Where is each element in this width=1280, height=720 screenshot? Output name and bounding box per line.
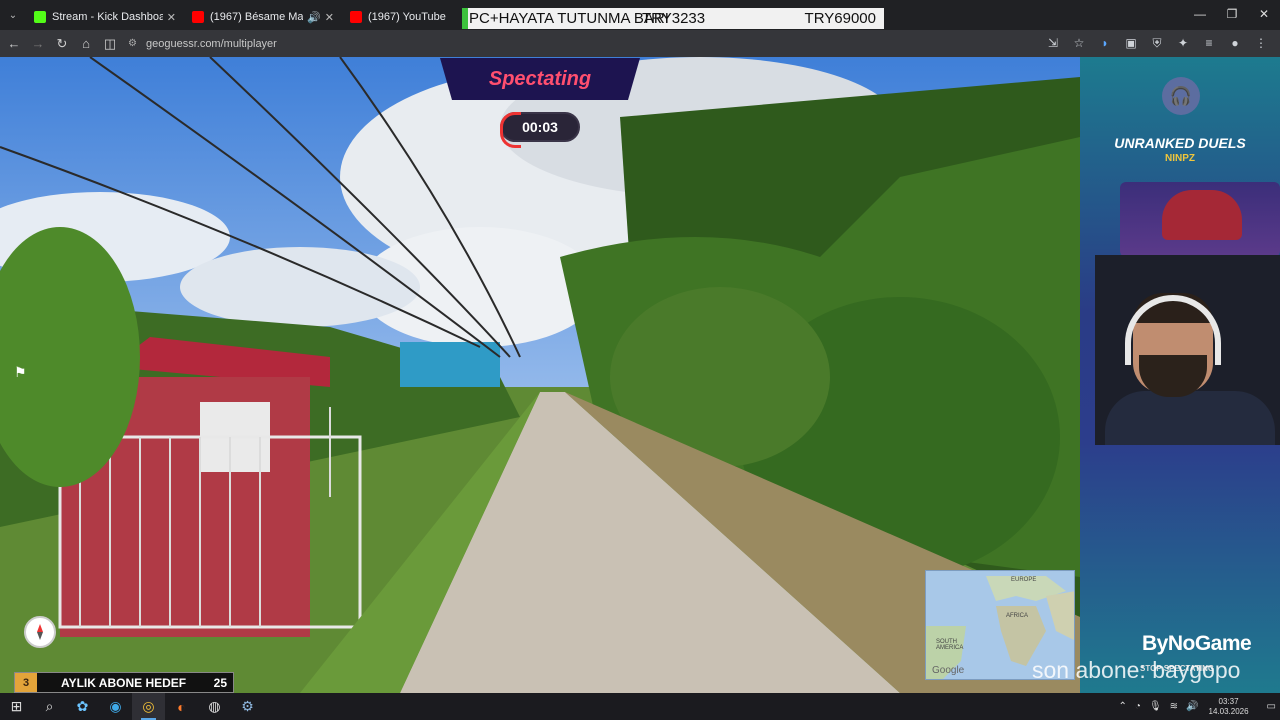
notification-icon[interactable]: ▭ bbox=[1267, 701, 1276, 712]
player-name: NINPZ bbox=[1165, 153, 1195, 164]
firefox-icon[interactable]: ◐ bbox=[165, 693, 198, 720]
donation-ticker: PC+HAYATA TUTUNMA BARI TRY3233 TRY69000 bbox=[462, 8, 884, 29]
tab-title: (1967) Bésame Mama - You bbox=[210, 11, 304, 23]
tab-besame-mama[interactable]: (1967) Bésame Mama - You 🔊 ✕ bbox=[184, 4, 342, 30]
menu-icon[interactable]: ⋮ bbox=[1248, 31, 1274, 55]
map-label: AFRICA bbox=[1006, 613, 1029, 619]
profile-avatar-icon[interactable]: ● bbox=[1222, 31, 1248, 55]
mic-icon[interactable]: 🎙 bbox=[1149, 701, 1162, 712]
map-label: EUROPE bbox=[1011, 577, 1037, 583]
ticker-right-text: TRY69000 bbox=[804, 10, 876, 27]
clock-date: 14.03.2026 bbox=[1208, 706, 1249, 716]
ticker-left-text: PC+HAYATA TUTUNMA BARI bbox=[469, 10, 669, 27]
steam-icon[interactable]: ⚙ bbox=[231, 693, 264, 720]
toolbar-extensions: ⇲ ☆ ◗ ▣ ⛨ ✦ ≡ ● ⋮ bbox=[1040, 31, 1274, 55]
install-app-icon[interactable]: ⇲ bbox=[1040, 31, 1066, 55]
ticker-accent bbox=[462, 8, 468, 29]
media-control-icon[interactable]: ≡ bbox=[1196, 31, 1222, 55]
youtube-favicon-icon bbox=[192, 11, 204, 23]
tab-title: Stream - Kick Dashboard bbox=[52, 11, 163, 23]
avatar-hat bbox=[1162, 190, 1242, 240]
forward-icon[interactable]: → bbox=[26, 32, 50, 56]
ticker-mid-text: TRY3233 bbox=[642, 10, 706, 27]
round-timer: 00:03 bbox=[500, 112, 580, 148]
compass-icon[interactable] bbox=[24, 616, 56, 648]
tab-close-icon[interactable]: ✕ bbox=[325, 11, 334, 24]
screen-capture-icon[interactable]: ▣ bbox=[1118, 31, 1144, 55]
search-icon[interactable]: ⌕ bbox=[33, 693, 66, 720]
youtube-favicon-icon bbox=[350, 11, 362, 23]
streamer-webcam bbox=[1095, 255, 1280, 445]
last-subscriber-text: son abone: baygopo bbox=[1032, 657, 1241, 683]
puzzle-icon[interactable]: ✦ bbox=[1170, 31, 1196, 55]
bookmark-star-icon[interactable]: ☆ bbox=[1066, 31, 1092, 55]
webcam-body bbox=[1105, 391, 1275, 445]
minimize-button[interactable]: — bbox=[1184, 0, 1216, 28]
site-info-icon[interactable]: ⚙ bbox=[128, 38, 146, 49]
subscriber-goal-widget: 3 AYLIK ABONE HEDEF 25 bbox=[14, 672, 234, 693]
browser-toolbar: ← → ↻ ⌂ ◫ ⚙ geoguessr.com/multiplayer ⇲ … bbox=[0, 30, 1280, 57]
copilot-icon[interactable]: ✿ bbox=[66, 693, 99, 720]
google-logo: Google bbox=[932, 665, 965, 676]
shield-icon[interactable]: ⛨ bbox=[1144, 31, 1170, 55]
headset-icon: 🎧 bbox=[1162, 77, 1200, 115]
sponsor-logo: ByNoGame bbox=[1142, 632, 1252, 655]
address-bar[interactable]: ⚙ geoguessr.com/multiplayer bbox=[128, 32, 1088, 55]
close-button[interactable]: ✕ bbox=[1248, 0, 1280, 28]
street-view-panorama[interactable] bbox=[0, 57, 1080, 693]
home-icon[interactable]: ⌂ bbox=[74, 32, 98, 56]
extension-icon[interactable]: ◗ bbox=[1092, 31, 1118, 55]
wifi-icon[interactable]: ≋ bbox=[1170, 701, 1178, 712]
spectating-label: Spectating bbox=[488, 67, 592, 90]
compass-needle-icon bbox=[37, 624, 43, 640]
reload-icon[interactable]: ↻ bbox=[50, 32, 74, 56]
kick-favicon-icon bbox=[34, 11, 46, 23]
obs-icon[interactable]: ◍ bbox=[198, 693, 231, 720]
window-controls: — ❐ ✕ bbox=[1184, 0, 1280, 28]
goal-target: 25 bbox=[213, 675, 227, 690]
edge-icon[interactable]: ◉ bbox=[99, 693, 132, 720]
player-avatar bbox=[1120, 182, 1280, 257]
clock[interactable]: 03:37 14.03.2026 bbox=[1209, 697, 1249, 717]
split-view-icon[interactable]: ◫ bbox=[98, 32, 122, 56]
map-label: SOUTH AMERICA bbox=[936, 639, 964, 651]
report-location-icon[interactable]: ⚑ bbox=[14, 364, 27, 381]
goal-current: 3 bbox=[15, 673, 37, 692]
back-icon[interactable]: ← bbox=[2, 32, 26, 56]
timer-text: 00:03 bbox=[522, 119, 558, 135]
tab-search-icon[interactable]: ⌄ bbox=[0, 0, 26, 30]
game-mode-title: UNRANKED DUELS bbox=[1114, 135, 1246, 151]
tray-overflow-icon[interactable]: ⌃ bbox=[1119, 701, 1127, 712]
system-tray: ⌃ ◔ 🎙 ≋ 🔊 03:37 14.03.2026 ▭ bbox=[1115, 693, 1280, 720]
spectating-banner: Spectating bbox=[440, 58, 640, 100]
audio-icon[interactable]: 🔊 bbox=[307, 11, 321, 24]
chrome-icon[interactable]: ◎ bbox=[132, 693, 165, 720]
start-icon[interactable]: ⊞ bbox=[0, 693, 33, 720]
maximize-button[interactable]: ❐ bbox=[1216, 0, 1248, 28]
url-text[interactable]: geoguessr.com/multiplayer bbox=[146, 38, 277, 50]
network-icon[interactable]: ◔ bbox=[1135, 701, 1141, 712]
tab-close-icon[interactable]: ✕ bbox=[167, 11, 176, 24]
windows-taskbar: ⊞ ⌕ ✿ ◉ ◎ ◐ ◍ ⚙ ⌃ ◔ 🎙 ≋ 🔊 03:37 14.03.20… bbox=[0, 693, 1280, 720]
clock-time: 03:37 bbox=[1218, 696, 1239, 706]
tab-kick-dashboard[interactable]: Stream - Kick Dashboard ✕ bbox=[26, 4, 184, 30]
street-view-image bbox=[0, 57, 1080, 693]
volume-icon[interactable]: 🔊 bbox=[1186, 701, 1198, 712]
goal-label: AYLIK ABONE HEDEF bbox=[61, 675, 187, 690]
